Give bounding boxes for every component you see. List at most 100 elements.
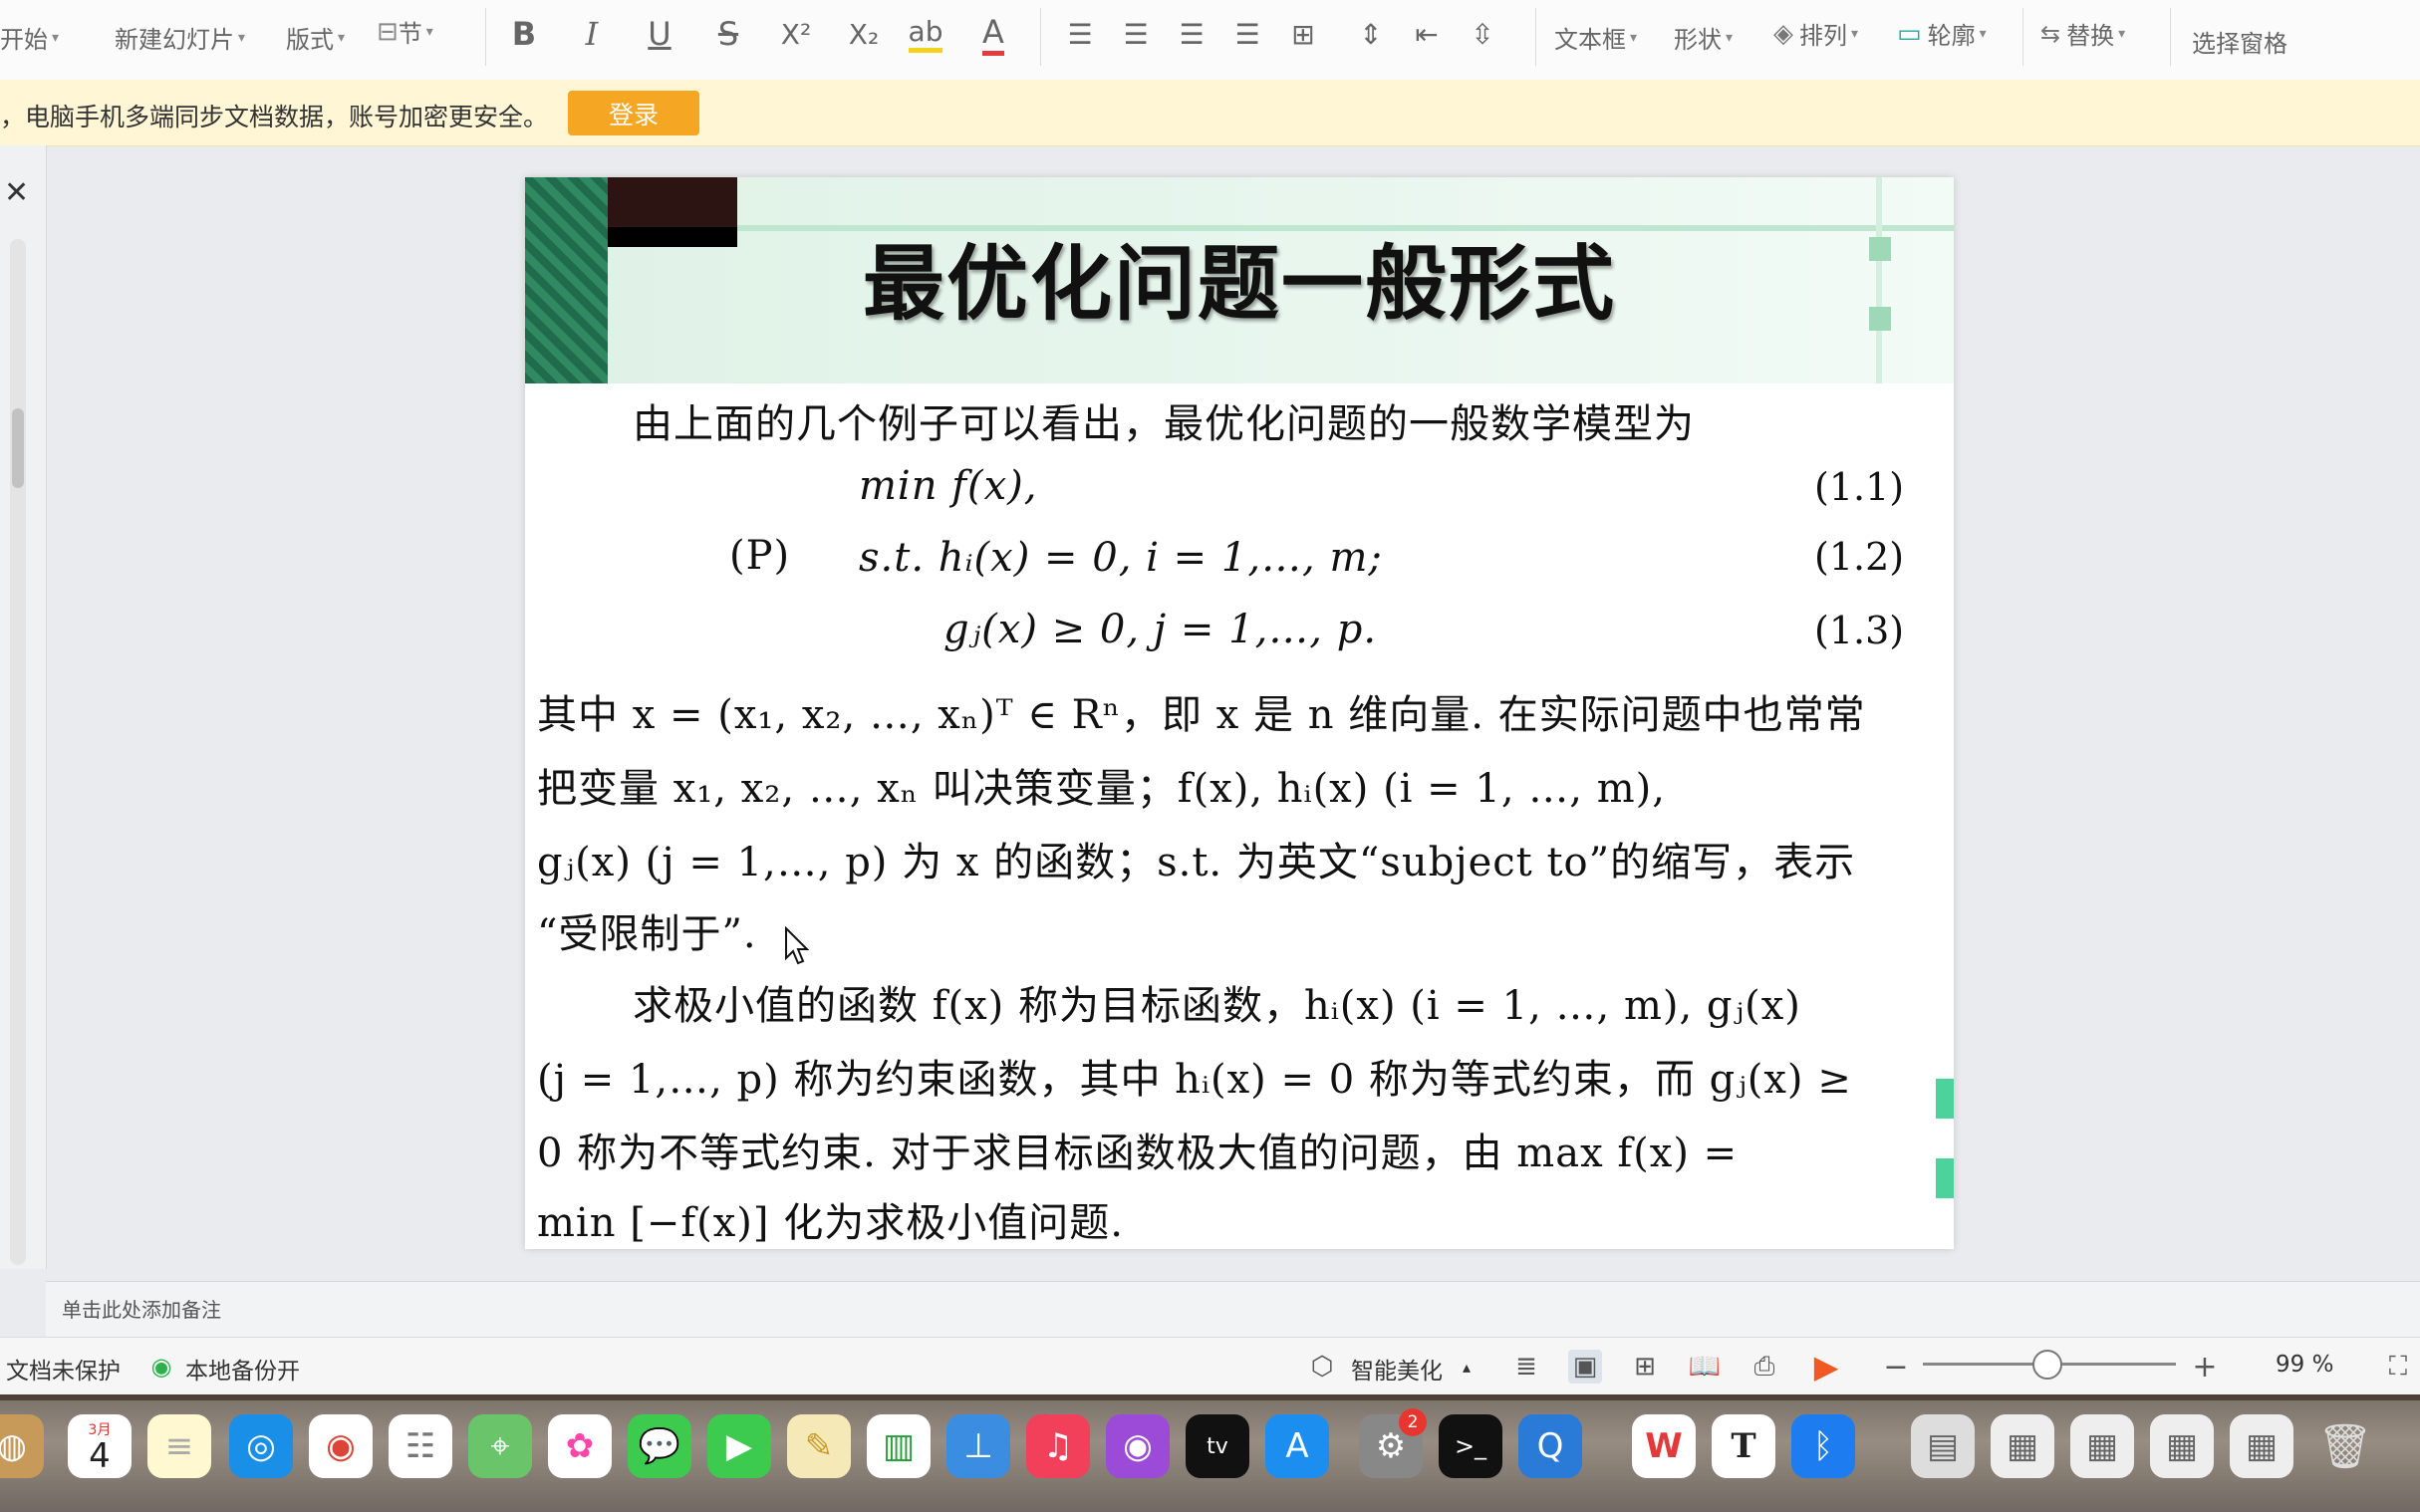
wps-office-icon[interactable]: W (1632, 1414, 1696, 1478)
chevron-down-icon: ▾ (1851, 25, 1859, 42)
bold-button[interactable]: B (500, 12, 548, 56)
window-thumbnail-icon[interactable]: ▦ (2150, 1414, 2214, 1478)
new-slide-label: 新建幻灯片 (115, 26, 234, 54)
highlight-icon[interactable]: ab (902, 12, 949, 56)
podcasts-icon[interactable]: ◉ (1106, 1414, 1170, 1478)
select-pane-label: 选择窗格 (2192, 30, 2287, 58)
align-left-icon[interactable]: ☰ (1056, 12, 1104, 56)
paragraph-spacing-icon[interactable]: ⇳ (1459, 12, 1506, 56)
maps-icon[interactable]: ⌖ (468, 1414, 532, 1478)
fit-window-icon[interactable]: ⛶ (2381, 1350, 2415, 1384)
superscript-button[interactable]: X² (772, 12, 820, 56)
calendar-icon[interactable]: 3月 4 (68, 1414, 132, 1478)
line-spacing-icon[interactable]: ⇕ (1347, 12, 1395, 56)
notes-app-icon[interactable]: ≡ (147, 1414, 211, 1478)
backup-status[interactable]: 本地备份开 (185, 1352, 300, 1386)
panel-scrollbar-thumb[interactable] (12, 408, 24, 488)
notes-view-icon[interactable]: ≣ (1509, 1350, 1543, 1384)
app-store-icon[interactable]: A (1265, 1414, 1329, 1478)
window-thumbnail-icon[interactable]: ▦ (2230, 1414, 2293, 1478)
music-icon[interactable]: ♫ (1026, 1414, 1090, 1478)
chevron-down-icon: ▾ (1630, 29, 1638, 46)
paragraph-2-line-4: min [−f(x)] 化为求极小值问题. (537, 1200, 1124, 1246)
equation-3: gⱼ(x) ≥ 0, j = 1,…, p. (943, 607, 1378, 652)
chevron-down-icon: ▾ (238, 29, 246, 46)
zoom-in-icon[interactable]: + (2188, 1350, 2222, 1385)
replace-button[interactable]: ⇆ 替换 ▾ (2040, 16, 2125, 51)
terminal-icon[interactable]: >_ (1439, 1414, 1502, 1478)
close-icon[interactable]: ✕ (4, 175, 29, 210)
keynote-icon[interactable]: ⊥ (946, 1414, 1010, 1478)
arrange-button[interactable]: ◈ 排列 ▾ (1773, 16, 1858, 51)
present-icon[interactable]: ⎙ (1748, 1350, 1781, 1384)
decrease-indent-icon[interactable]: ⇤ (1403, 12, 1451, 56)
slide-canvas[interactable]: 最优化问题一般形式 由上面的几个例子可以看出，最优化问题的一般数学模型为 min… (525, 177, 1954, 1249)
paragraph-2-line-2: (j = 1,…, p) 称为约束函数，其中 hᵢ(x) = 0 称为等式约束，… (537, 1057, 1852, 1103)
align-right-icon[interactable]: ☰ (1168, 12, 1215, 56)
trash-icon[interactable]: 🗑 (2313, 1414, 2377, 1478)
typora-icon[interactable]: T (1712, 1414, 1775, 1478)
shape-button[interactable]: 形状 ▾ (1674, 20, 1733, 55)
chevron-down-icon: ▾ (1726, 29, 1734, 46)
protection-status[interactable]: 文档未保护 (6, 1352, 121, 1386)
messages-icon[interactable]: 💬 (628, 1414, 691, 1478)
new-slide-button[interactable]: 新建幻灯片 ▾ (115, 20, 245, 55)
numbers-icon[interactable]: ▥ (867, 1414, 931, 1478)
reading-view-icon[interactable]: 📖 (1688, 1350, 1722, 1384)
distribute-icon[interactable]: ⊞ (1279, 12, 1327, 56)
pages-icon[interactable]: ✎ (787, 1414, 851, 1478)
quicktime-icon[interactable]: Q (1518, 1414, 1582, 1478)
align-center-icon[interactable]: ☰ (1112, 12, 1160, 56)
replace-icon: ⇆ (2040, 19, 2061, 48)
layout-button[interactable]: 版式 ▾ (286, 20, 345, 55)
select-pane-button[interactable]: 选择窗格 (2192, 24, 2287, 59)
chevron-down-icon: ▾ (52, 29, 60, 46)
calendar-day: 4 (89, 1436, 111, 1476)
paragraph-2-line-1: 求极小值的函数 f(x) 称为目标函数，hᵢ(x) (i = 1, …, m),… (633, 983, 1801, 1029)
notes-pane[interactable]: 单击此处添加备注 (46, 1281, 2420, 1338)
textbox-button[interactable]: 文本框 ▾ (1554, 20, 1637, 55)
start-tab[interactable]: 开始 ▾ (0, 20, 59, 55)
chrome-icon[interactable]: ◉ (309, 1414, 373, 1478)
shape-label: 形状 (1674, 26, 1722, 54)
justify-icon[interactable]: ☰ (1223, 12, 1271, 56)
italic-button[interactable]: I (568, 12, 616, 56)
zoom-out-icon[interactable]: − (1879, 1350, 1913, 1385)
apple-tv-icon[interactable]: tv (1186, 1414, 1249, 1478)
facetime-icon[interactable]: ▶ (707, 1414, 771, 1478)
bluetooth-icon[interactable]: ᛒ (1791, 1414, 1855, 1478)
panel-scrollbar[interactable] (10, 239, 26, 1265)
layout-label: 版式 (286, 26, 334, 54)
slide-title[interactable]: 最优化问题一般形式 (525, 217, 1954, 336)
folder-stack-icon[interactable]: ▦ (1991, 1414, 2054, 1478)
beautify-button[interactable]: 智能美化 (1351, 1352, 1443, 1386)
mouse-cursor-icon (785, 926, 810, 965)
screenshot-stack-icon[interactable]: ▦ (2070, 1414, 2134, 1478)
underline-button[interactable]: U (636, 12, 683, 56)
slide-sorter-icon[interactable]: ⊞ (1628, 1350, 1662, 1384)
login-button[interactable]: 登录 (568, 91, 699, 135)
launchpad-icon[interactable]: ◍ (0, 1414, 44, 1478)
slide-text-box[interactable]: 由上面的几个例子可以看出，最优化问题的一般数学模型为 min f(x), (1.… (525, 383, 1933, 1249)
strikethrough-button[interactable]: S (704, 12, 752, 56)
outline-button[interactable]: ▭ 轮廓 ▾ (1897, 16, 1987, 51)
reminders-icon[interactable]: ☷ (389, 1414, 452, 1478)
photos-icon[interactable]: ✿ (548, 1414, 612, 1478)
document-file-icon[interactable]: ▤ (1911, 1414, 1975, 1478)
ribbon-toolbar: 开始 ▾ 新建幻灯片 ▾ 版式 ▾ ⊟ 节 ▾ B I U S X² X₂ ab A ☰ … (0, 0, 2420, 81)
divider (2022, 8, 2023, 66)
zoom-level[interactable]: 99 % (2276, 1352, 2333, 1378)
chevron-down-icon: ▾ (2118, 25, 2126, 42)
subscript-button[interactable]: X₂ (840, 12, 888, 56)
divider (1040, 8, 1041, 66)
paragraph-1-line-4: “受限制于”. (537, 911, 757, 957)
section-button[interactable]: ⊟ 节 ▾ (377, 14, 433, 49)
normal-view-icon[interactable]: ▣ (1568, 1350, 1602, 1384)
replace-label: 替换 (2066, 22, 2115, 50)
play-slideshow-icon[interactable]: ▶ (1809, 1348, 1843, 1386)
equation-2-number: (1.2) (1814, 535, 1905, 579)
green-marker (1936, 1158, 1954, 1198)
safari-icon[interactable]: ◎ (229, 1414, 293, 1478)
zoom-slider-thumb[interactable] (2032, 1350, 2062, 1380)
font-color-icon[interactable]: A (969, 12, 1017, 56)
